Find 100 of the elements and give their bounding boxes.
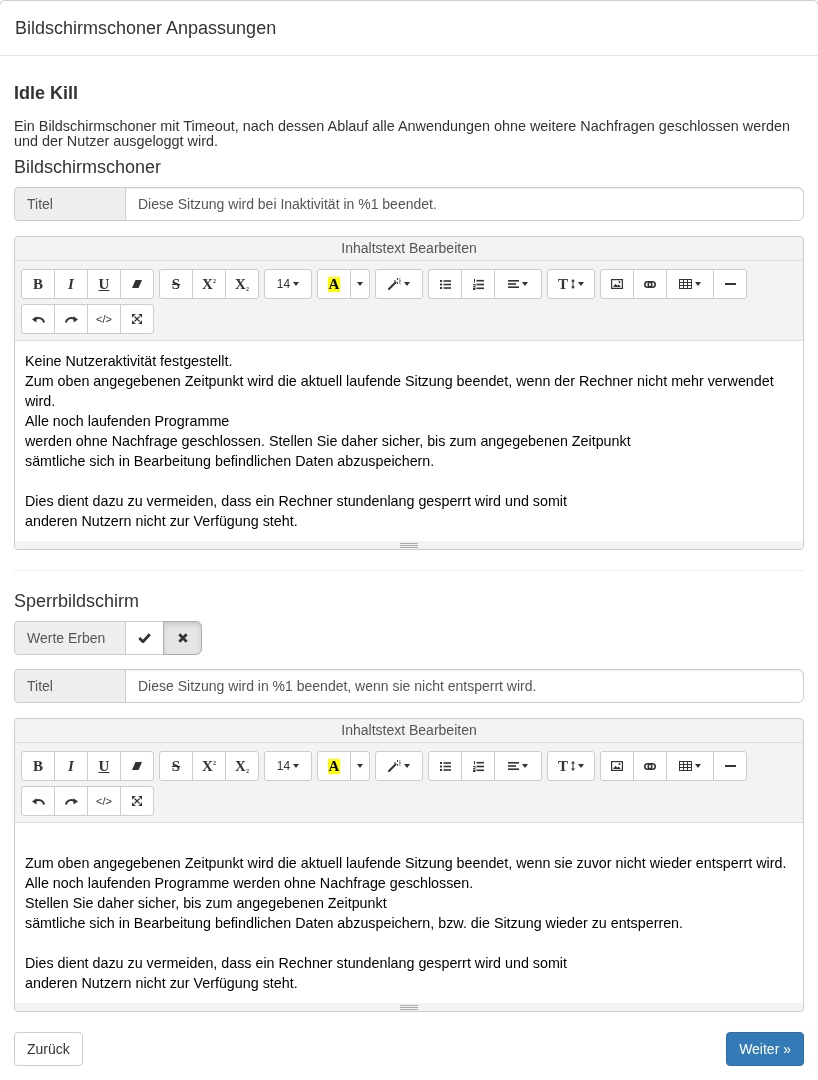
bullet-list-button[interactable] [428, 751, 462, 781]
magic-wand-icon [388, 760, 401, 772]
editor-title: Inhaltstext Bearbeiten [15, 719, 803, 743]
bold-button[interactable]: B [21, 751, 55, 781]
superscript-button[interactable]: X$^{2}$ [192, 269, 226, 299]
title-input-field[interactable]: Diese Sitzung wird bei Inaktivität in %1 beendet. [125, 187, 804, 221]
clear-format-button[interactable] [120, 269, 154, 299]
link-button[interactable] [633, 269, 667, 299]
caret-icon [404, 764, 410, 768]
color-menu-button[interactable] [350, 751, 370, 781]
no-option-button[interactable] [163, 621, 202, 655]
caret-icon [578, 764, 584, 768]
undo-icon [31, 797, 45, 805]
picture-button[interactable] [600, 269, 634, 299]
horizontal-rule-button[interactable] [713, 269, 747, 299]
italic-button[interactable]: I [54, 269, 88, 299]
style-button[interactable] [375, 269, 423, 299]
text-color-button[interactable]: A [317, 269, 351, 299]
underline-button[interactable]: U [87, 751, 121, 781]
field-label: Titel [14, 187, 126, 221]
redo-button[interactable] [54, 304, 88, 334]
undo-button[interactable] [21, 786, 55, 816]
subscript-button[interactable]: X$_{2}$ [225, 269, 259, 299]
paragraph-text: Zum oben angegebenen Zeitpunkt wird die aktuell laufende Sitzung beendet, wenn sie zuvor nicht wieder entsperrt wird. Alle noch laufenden Programme werden ohne Nachfrage geschlossen. Stellen Sie daher sicher, bis zum angegebenen Zeitpunkt sämtliche sich in Bearbeitung befindlichen Daten abzuspeichern, bzw. die Sitzung wieder zu entsperren. [25, 854, 788, 933]
text-color-button[interactable]: A [317, 751, 351, 781]
editor-title: Inhaltstext Bearbeiten [15, 237, 803, 261]
subscript-button[interactable]: X$_{2}$ [225, 751, 259, 781]
title-input-field[interactable]: Diese Sitzung wird in %1 beendet, wenn sie nicht entsperrt wird. [125, 669, 804, 703]
line-height-button[interactable]: T [547, 269, 595, 299]
fullscreen-icon [132, 796, 142, 806]
align-button[interactable] [494, 751, 542, 781]
grip-icon [400, 1004, 418, 1010]
editor-text-area[interactable] [15, 822, 803, 1003]
picture-icon [611, 279, 623, 289]
picture-icon [611, 761, 623, 771]
numbered-list-button[interactable] [461, 751, 495, 781]
line-height-button[interactable]: T [547, 751, 595, 781]
redo-icon [64, 797, 78, 805]
align-button[interactable] [494, 269, 542, 299]
fullscreen-button[interactable] [120, 304, 154, 334]
clear-format-button[interactable] [120, 751, 154, 781]
bullet-list-button[interactable] [428, 269, 462, 299]
yes-option-button[interactable] [125, 621, 164, 655]
undo-button[interactable] [21, 304, 55, 334]
horizontal-rule-button[interactable] [713, 751, 747, 781]
editor-text-area[interactable] [15, 340, 803, 541]
fullscreen-button[interactable] [120, 786, 154, 816]
eraser-icon [132, 280, 142, 288]
subsection-heading: Sperrbildschirm [14, 591, 141, 611]
font-size-button[interactable]: 14 [264, 269, 312, 299]
table-button[interactable] [666, 269, 714, 299]
numbered-list-button[interactable] [461, 269, 495, 299]
next-button[interactable]: Weiter » [726, 1032, 804, 1066]
caret-icon [404, 282, 410, 286]
eraser-icon [132, 762, 142, 770]
description-text: Ein Bildschirmschoner mit Timeout, nach dessen Ablauf alle Anwendungen ohne weitere Nachfragen geschlossen werden und der Nutzer ausgeloggt wird. [14, 119, 791, 149]
resize-handle[interactable] [15, 1003, 803, 1011]
bullet-list-icon [439, 279, 451, 289]
color-menu-button[interactable] [350, 269, 370, 299]
numbered-list-icon [472, 278, 484, 290]
table-icon [679, 279, 692, 289]
superscript-button[interactable]: X$^{2}$ [192, 751, 226, 781]
style-button[interactable] [375, 751, 423, 781]
code-view-button[interactable]: </> [87, 304, 121, 334]
font-size-button[interactable]: 14 [264, 751, 312, 781]
up-down-arrow-icon [571, 761, 575, 771]
horizontal-rule-icon [724, 283, 736, 285]
subsection-heading: Bildschirmschoner [14, 157, 163, 177]
strikethrough-button[interactable]: S [159, 751, 193, 781]
bold-button[interactable]: B [21, 269, 55, 299]
paragraph-text: Keine Nutzeraktivität festgestellt. Zum oben angegebenen Zeitpunkt wird die aktuell laufende Sitzung beendet, wenn der Rechner nicht mehr verwendet wird. Alle noch laufenden Programme werden ohne Nachfrage geschlossen. Stellen Sie daher sicher, bis zum angegebenen Zeitpunkt sämtliche sich in Bearbeitung befindlichen Daten abzuspeichern. [25, 352, 775, 471]
code-view-button[interactable]: </> [87, 786, 121, 816]
bullet-list-icon [439, 761, 451, 771]
fullscreen-icon [132, 314, 142, 324]
strikethrough-button[interactable]: S [159, 269, 193, 299]
grip-icon [400, 542, 418, 548]
italic-button[interactable]: I [54, 751, 88, 781]
caret-icon [293, 764, 300, 768]
underline-button[interactable]: U [87, 269, 121, 299]
cross-icon [177, 633, 188, 643]
field-label: Werte Erben [14, 621, 126, 655]
resize-handle[interactable] [15, 541, 803, 549]
caret-icon [695, 282, 701, 286]
horizontal-rule-icon [724, 765, 736, 767]
table-button[interactable] [666, 751, 714, 781]
caret-icon [578, 282, 584, 286]
caret-icon [695, 764, 701, 768]
paragraph-text: Dies dient dazu zu vermeiden, dass ein Rechner stundenlang gesperrt wird und somit anderen Nutzern nicht zur Verfügung steht. [25, 954, 568, 993]
redo-button[interactable] [54, 786, 88, 816]
align-lines-icon [508, 280, 519, 288]
picture-button[interactable] [600, 751, 634, 781]
up-down-arrow-icon [571, 279, 575, 289]
link-button[interactable] [633, 751, 667, 781]
link-icon [644, 762, 656, 770]
paragraph-text: Dies dient dazu zu vermeiden, dass ein Rechner stundenlang gesperrt wird und somit anderen Nutzern nicht zur Verfügung steht. [25, 492, 568, 531]
caret-icon [522, 282, 528, 286]
caret-icon [357, 764, 363, 768]
dialog-title: Bildschirmschoner Anpassungen [15, 17, 278, 40]
check-icon [138, 633, 151, 643]
back-button[interactable]: Zurück [14, 1032, 83, 1066]
